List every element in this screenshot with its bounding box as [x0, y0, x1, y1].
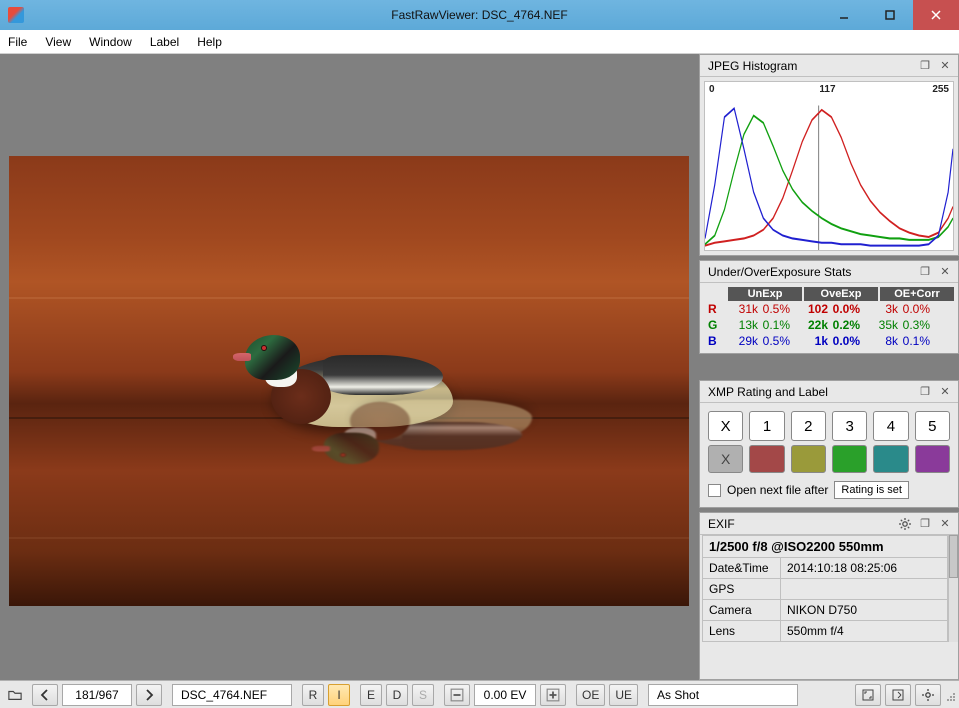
- rating-5[interactable]: 5: [915, 411, 950, 441]
- menu-window[interactable]: Window: [89, 35, 132, 49]
- exif-row: GPS: [703, 579, 948, 600]
- expo-row-R: R 31k0.5% 1020.0% 3k0.0%: [704, 301, 954, 317]
- panel-detach-icon[interactable]: ❐: [916, 58, 934, 74]
- wb-field[interactable]: As Shot: [648, 684, 798, 706]
- open-next-label: Open next file after: [727, 483, 828, 497]
- rating-X[interactable]: X: [708, 411, 743, 441]
- panel-detach-icon[interactable]: ❐: [916, 384, 934, 400]
- titlebar: FastRawViewer: DSC_4764.NEF: [0, 0, 959, 30]
- folder-icon[interactable]: [2, 684, 28, 706]
- panel-close-icon[interactable]: ✕: [936, 264, 954, 280]
- ev-plus-button[interactable]: [540, 684, 566, 706]
- exposure-table: UnExp OveExp OE+Corr R 31k0.5% 1020.0% 3…: [704, 287, 954, 349]
- maximize-button[interactable]: [867, 0, 913, 30]
- open-next-checkbox[interactable]: [708, 484, 721, 497]
- col-oveexp: OveExp: [804, 287, 878, 301]
- menu-label[interactable]: Label: [150, 35, 179, 49]
- exposure-panel: Under/OverExposure Stats ❐ ✕ UnExp OveEx…: [699, 260, 959, 354]
- r-button[interactable]: R: [302, 684, 324, 706]
- rating-3[interactable]: 3: [832, 411, 867, 441]
- histo-max: 255: [932, 84, 949, 95]
- rating-2[interactable]: 2: [791, 411, 826, 441]
- exif-row: CameraNIKON D750: [703, 600, 948, 621]
- exif-title: EXIF: [708, 517, 735, 531]
- filename-field: DSC_4764.NEF: [172, 684, 292, 706]
- fit-button[interactable]: [855, 684, 881, 706]
- histogram-title: JPEG Histogram: [708, 59, 797, 73]
- prev-button[interactable]: [32, 684, 58, 706]
- gear-icon[interactable]: [896, 516, 914, 532]
- menu-help[interactable]: Help: [197, 35, 222, 49]
- close-button[interactable]: [913, 0, 959, 30]
- color-label-3[interactable]: [832, 445, 867, 473]
- menu-view[interactable]: View: [45, 35, 71, 49]
- col-oecorr: OE+Corr: [880, 287, 954, 301]
- exif-summary: 1/2500 f/8 @ISO2200 550mm: [703, 536, 948, 558]
- panel-close-icon[interactable]: ✕: [936, 516, 954, 532]
- rating-title: XMP Rating and Label: [708, 385, 828, 399]
- ev-value: 0.00 EV: [474, 684, 536, 706]
- color-label-2[interactable]: [791, 445, 826, 473]
- window-title: FastRawViewer: DSC_4764.NEF: [0, 8, 959, 22]
- exif-table: 1/2500 f/8 @ISO2200 550mm Date&Time2014:…: [702, 535, 948, 642]
- settings-button[interactable]: [915, 684, 941, 706]
- panel-close-icon[interactable]: ✕: [936, 384, 954, 400]
- histogram-chart: 0 117 255: [704, 81, 954, 251]
- menubar: File View Window Label Help: [0, 30, 959, 54]
- histo-min: 0: [709, 84, 715, 95]
- exif-row: Date&Time2014:10:18 08:25:06: [703, 558, 948, 579]
- s-button[interactable]: S: [412, 684, 434, 706]
- panel-detach-icon[interactable]: ❐: [916, 516, 934, 532]
- oe-button[interactable]: OE: [576, 684, 605, 706]
- image-viewer[interactable]: [0, 54, 697, 680]
- rating-4[interactable]: 4: [873, 411, 908, 441]
- exif-row: Lens550mm f/4: [703, 621, 948, 642]
- d-button[interactable]: D: [386, 684, 408, 706]
- menu-file[interactable]: File: [8, 35, 27, 49]
- statusbar: 181/967 DSC_4764.NEF R I E D S 0.00 EV O…: [0, 680, 959, 708]
- panel-close-icon[interactable]: ✕: [936, 58, 954, 74]
- minimize-button[interactable]: [821, 0, 867, 30]
- file-counter: 181/967: [62, 684, 132, 706]
- color-label-4[interactable]: [873, 445, 908, 473]
- expo-row-B: B 29k0.5% 1k0.0% 8k0.1%: [704, 333, 954, 349]
- rating-1[interactable]: 1: [749, 411, 784, 441]
- color-label-1[interactable]: [749, 445, 784, 473]
- photo: [9, 156, 689, 606]
- rating-panel: XMP Rating and Label ❐ ✕ X12345 X Open n…: [699, 380, 959, 508]
- fullscreen-button[interactable]: [885, 684, 911, 706]
- exif-scrollbar[interactable]: [948, 535, 958, 642]
- e-button[interactable]: E: [360, 684, 382, 706]
- resize-grip[interactable]: [945, 684, 957, 706]
- open-next-dropdown[interactable]: Rating is set: [834, 481, 909, 499]
- color-label-0[interactable]: X: [708, 445, 743, 473]
- expo-row-G: G 13k0.1% 22k0.2% 35k0.3%: [704, 317, 954, 333]
- next-button[interactable]: [136, 684, 162, 706]
- app-icon: [8, 7, 24, 23]
- ue-button[interactable]: UE: [609, 684, 638, 706]
- ev-minus-button[interactable]: [444, 684, 470, 706]
- panel-detach-icon[interactable]: ❐: [916, 264, 934, 280]
- col-unexp: UnExp: [728, 287, 802, 301]
- exposure-title: Under/OverExposure Stats: [708, 265, 851, 279]
- color-label-5[interactable]: [915, 445, 950, 473]
- histogram-panel: JPEG Histogram ❐ ✕ 0 117 255: [699, 54, 959, 256]
- exif-panel: EXIF ❐ ✕ 1/2500 f/8 @ISO2200 550mm Date&…: [699, 512, 959, 680]
- i-button[interactable]: I: [328, 684, 350, 706]
- histo-mid: 117: [819, 84, 835, 95]
